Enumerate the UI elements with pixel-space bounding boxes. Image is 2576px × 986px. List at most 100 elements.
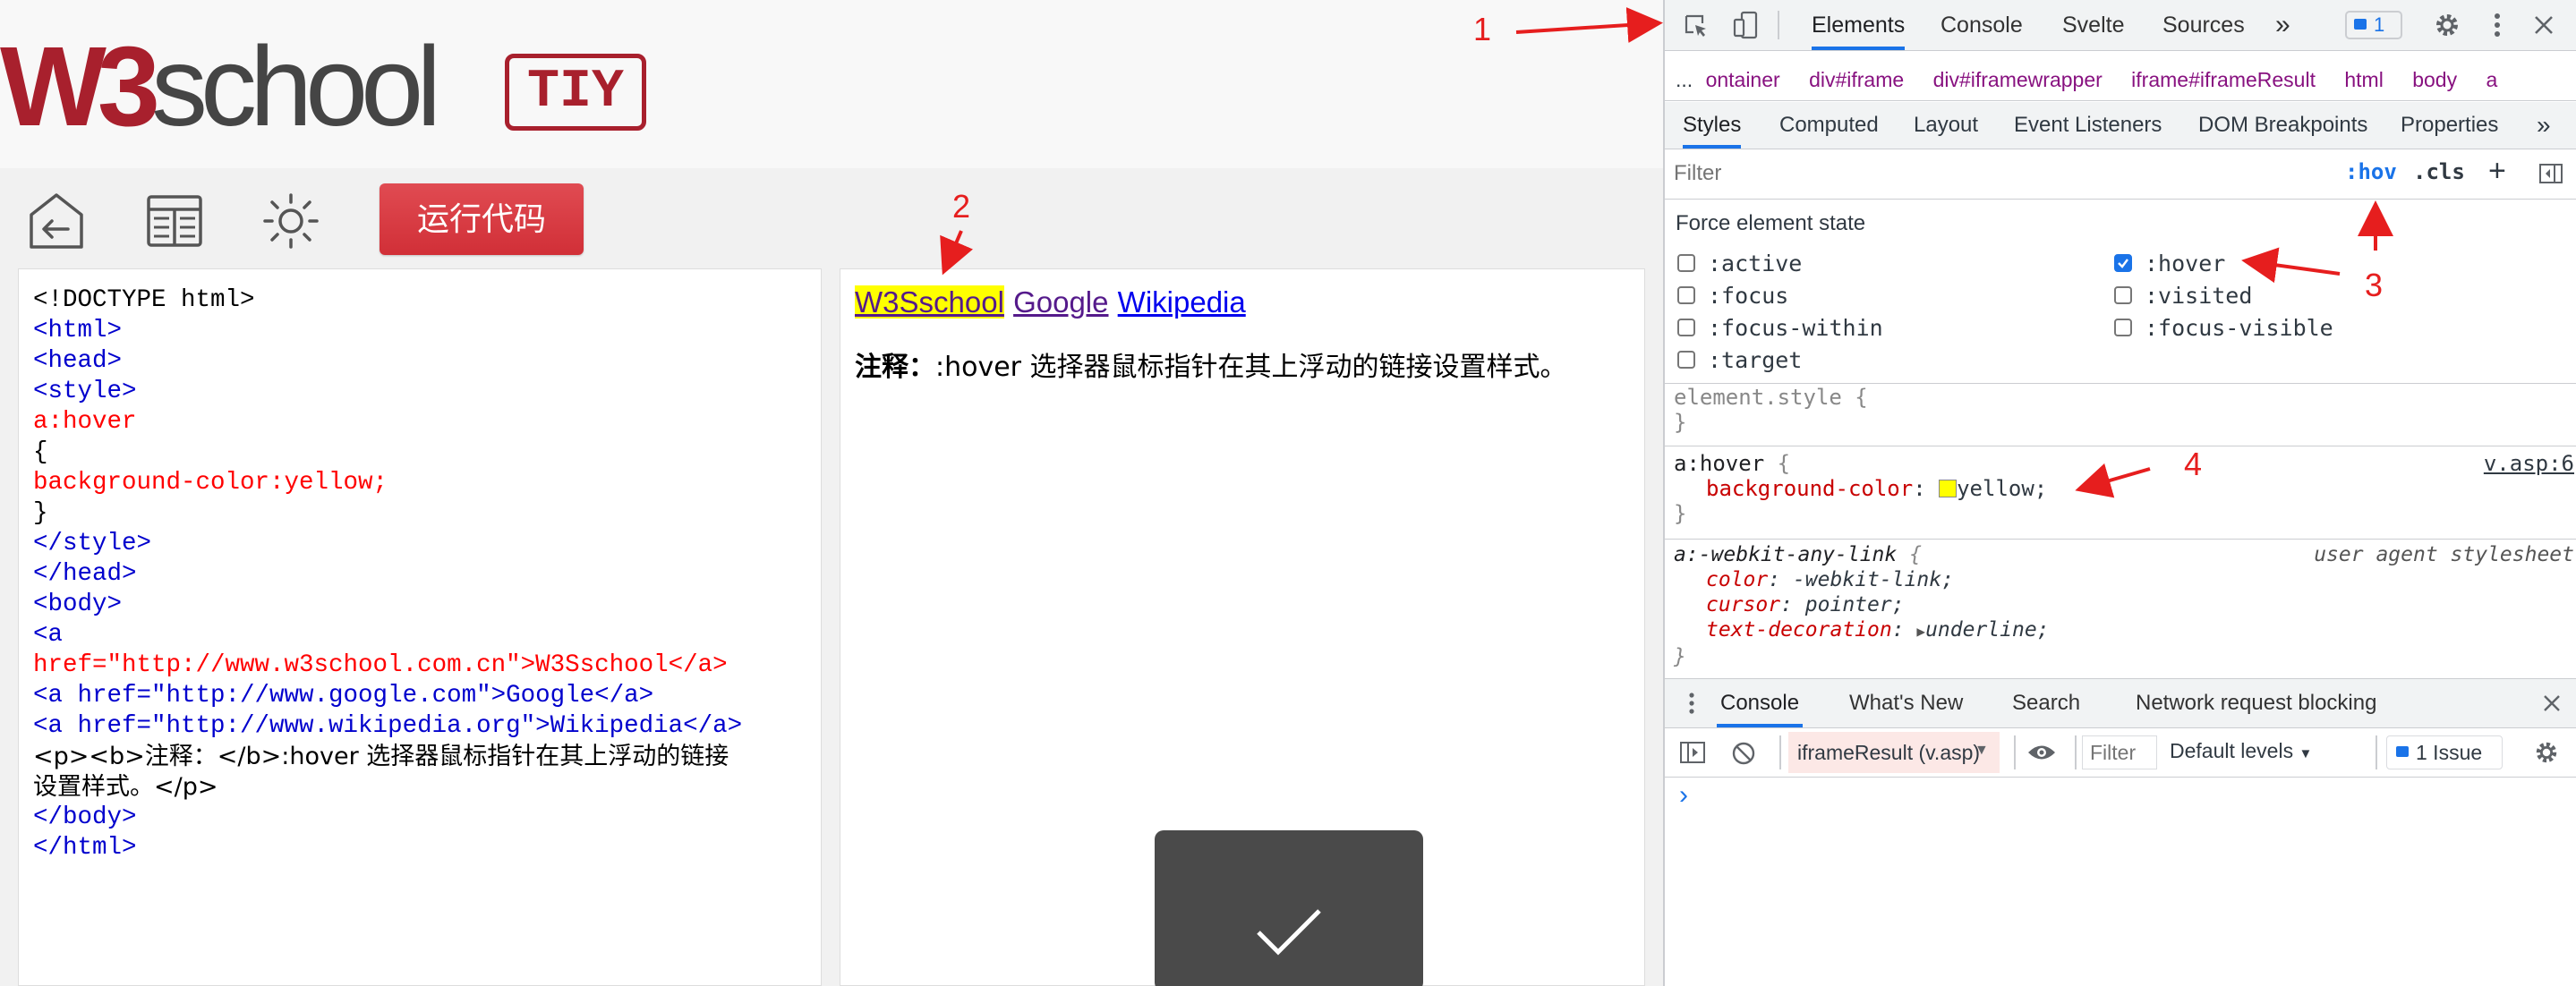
subtab-properties[interactable]: Properties bbox=[2401, 102, 2498, 149]
back-icon[interactable] bbox=[27, 191, 86, 251]
code-editor[interactable]: <!DOCTYPE html> <html> <head> <style> a:… bbox=[18, 268, 822, 986]
issues-count: 1 bbox=[2374, 13, 2385, 36]
state-label-target: :target bbox=[1708, 347, 1803, 373]
element-style-rule[interactable]: element.style { } bbox=[1674, 385, 1868, 435]
dom-tree-edge bbox=[1665, 51, 2576, 58]
log-levels-dropdown[interactable]: Default levels ▼ bbox=[2170, 739, 2312, 763]
more-options-icon[interactable] bbox=[2492, 11, 2503, 39]
ua-style-rule: a:-webkit-any-link { color: -webkit-link… bbox=[1674, 543, 2050, 668]
open-brace: { bbox=[1897, 543, 1922, 566]
element-style-selector: element.style { bbox=[1674, 385, 1868, 410]
code-line: <head> bbox=[33, 347, 123, 375]
drawer-tab-console[interactable]: Console bbox=[1717, 679, 1804, 727]
color-swatch[interactable] bbox=[1939, 480, 1958, 497]
log-levels-label: Default levels bbox=[2170, 739, 2294, 762]
code-line: background-color:yellow; bbox=[33, 469, 388, 497]
console-settings-gear-icon[interactable] bbox=[2533, 739, 2560, 766]
ua-property-value: underline; bbox=[1925, 618, 2050, 642]
code-line: <a href="http://www.wikipedia.org">Wikip… bbox=[33, 712, 743, 740]
hov-toggle[interactable]: :hov bbox=[2345, 159, 2397, 184]
console-toolbar: iframeResult (v.asp) ▼ Default levels ▼ … bbox=[1665, 728, 2576, 778]
issues-button[interactable]: 1 Issue bbox=[2386, 735, 2503, 769]
result-links: W3Sschool Google Wikipedia bbox=[855, 285, 1630, 319]
device-toolbar-icon[interactable] bbox=[1733, 11, 1760, 39]
message-icon bbox=[2354, 19, 2367, 30]
expand-triangle-icon[interactable]: ▶ bbox=[1916, 623, 1925, 640]
context-selector[interactable]: iframeResult (v.asp) ▼ bbox=[1788, 732, 2000, 773]
theme-sun-icon[interactable] bbox=[261, 191, 320, 251]
subtabs-more[interactable]: » bbox=[2537, 102, 2551, 149]
tab-console[interactable]: Console bbox=[1941, 0, 2023, 50]
close-drawer-icon[interactable] bbox=[2542, 693, 2562, 713]
checkbox-focus[interactable] bbox=[1677, 286, 1695, 304]
hover-style-rule[interactable]: a:hover { background-color: yellow; } bbox=[1674, 451, 2569, 526]
checkbox-target[interactable] bbox=[1677, 351, 1695, 369]
breadcrumb-item[interactable]: iframe#iframeResult bbox=[2131, 68, 2316, 91]
code-line: <body> bbox=[33, 591, 123, 618]
layout-icon[interactable] bbox=[145, 191, 204, 251]
message-icon bbox=[2396, 746, 2409, 757]
drawer-tab-search[interactable]: Search bbox=[2012, 679, 2080, 727]
hover-rule-selector: a:hover bbox=[1674, 451, 1765, 476]
subtab-event-listeners[interactable]: Event Listeners bbox=[2014, 102, 2162, 149]
drawer-tab-whats-new[interactable]: What's New bbox=[1849, 679, 1963, 727]
more-tabs-button[interactable]: » bbox=[2275, 0, 2290, 50]
toggle-sidebar-icon[interactable] bbox=[2538, 163, 2563, 184]
checkbox-focus-within[interactable] bbox=[1677, 319, 1695, 336]
code-line: a:hover bbox=[33, 408, 137, 436]
tab-svelte[interactable]: Svelte bbox=[2062, 0, 2124, 50]
breadcrumb-item[interactable]: div#iframewrapper bbox=[1933, 68, 2103, 91]
annotation-label-2: 2 bbox=[952, 188, 971, 225]
hover-property-name[interactable]: background-color bbox=[1706, 476, 1913, 501]
hover-rule-source-link[interactable]: v.asp:6 bbox=[2484, 451, 2574, 476]
link-google[interactable]: Google bbox=[1013, 285, 1108, 319]
console-prompt[interactable]: › bbox=[1679, 780, 1688, 811]
run-code-button[interactable]: 运行代码 bbox=[380, 183, 584, 255]
devtools-panel: Elements Console Svelte Sources » 1 ... … bbox=[1663, 0, 2576, 986]
cls-toggle[interactable]: .cls bbox=[2413, 159, 2465, 184]
code-line: <a bbox=[33, 621, 64, 649]
hover-property-value[interactable]: yellow; bbox=[1957, 476, 2047, 501]
subtab-layout[interactable]: Layout bbox=[1914, 102, 1978, 149]
toolbar-divider bbox=[1779, 735, 1781, 769]
breadcrumb-more[interactable]: ... bbox=[1676, 68, 1693, 91]
subtab-computed[interactable]: Computed bbox=[1779, 102, 1879, 149]
checkbox-hover[interactable] bbox=[2114, 254, 2132, 272]
checkbox-active[interactable] bbox=[1677, 254, 1695, 272]
divider bbox=[1665, 383, 2576, 384]
breadcrumb-item[interactable]: ontainer bbox=[1706, 68, 1780, 91]
show-sidebar-icon[interactable] bbox=[1679, 741, 1706, 764]
annotation-label-4: 4 bbox=[2184, 446, 2203, 482]
breadcrumb-item[interactable]: body bbox=[2412, 68, 2457, 91]
tab-sources[interactable]: Sources bbox=[2162, 0, 2245, 50]
drawer-menu-icon[interactable] bbox=[1688, 692, 1695, 715]
force-state-title: Force element state bbox=[1676, 211, 1866, 235]
toolbar bbox=[0, 168, 1663, 268]
note-paragraph: 注释：:hover 选择器鼠标指针在其上浮动的链接设置样式。 bbox=[855, 344, 1630, 384]
w3school-logo[interactable]: W3school bbox=[0, 30, 441, 143]
link-w3school[interactable]: W3Sschool bbox=[855, 285, 1004, 319]
breadcrumb-item[interactable]: a bbox=[2486, 68, 2497, 91]
styles-filter-bar: :hov .cls + bbox=[1665, 149, 2576, 200]
subtab-dom-breakpoints[interactable]: DOM Breakpoints bbox=[2198, 102, 2367, 149]
toolbar-divider bbox=[2376, 735, 2377, 769]
drawer-tab-network-blocking[interactable]: Network request blocking bbox=[2136, 679, 2376, 727]
settings-gear-icon[interactable] bbox=[2433, 11, 2461, 39]
tab-elements[interactable]: Elements bbox=[1812, 0, 1906, 50]
console-filter-input[interactable] bbox=[2082, 735, 2157, 769]
checkbox-focus-visible[interactable] bbox=[2114, 319, 2132, 336]
styles-filter-input[interactable] bbox=[1672, 156, 2338, 191]
code-line: } bbox=[33, 499, 48, 527]
close-devtools-icon[interactable] bbox=[2533, 14, 2555, 36]
breadcrumb-item[interactable]: html bbox=[2344, 68, 2383, 91]
issues-counter-button[interactable]: 1 bbox=[2345, 11, 2402, 39]
inspect-element-icon[interactable] bbox=[1683, 13, 1708, 38]
live-expression-eye-icon[interactable] bbox=[2026, 743, 2057, 762]
state-label-focus-visible: :focus-visible bbox=[2145, 315, 2333, 341]
clear-console-icon[interactable] bbox=[1731, 741, 1756, 766]
checkbox-visited[interactable] bbox=[2114, 286, 2132, 304]
subtab-styles[interactable]: Styles bbox=[1683, 102, 1742, 149]
breadcrumb-item[interactable]: div#iframe bbox=[1809, 68, 1904, 91]
new-style-rule-button[interactable]: + bbox=[2488, 154, 2506, 189]
link-wikipedia[interactable]: Wikipedia bbox=[1118, 285, 1246, 319]
